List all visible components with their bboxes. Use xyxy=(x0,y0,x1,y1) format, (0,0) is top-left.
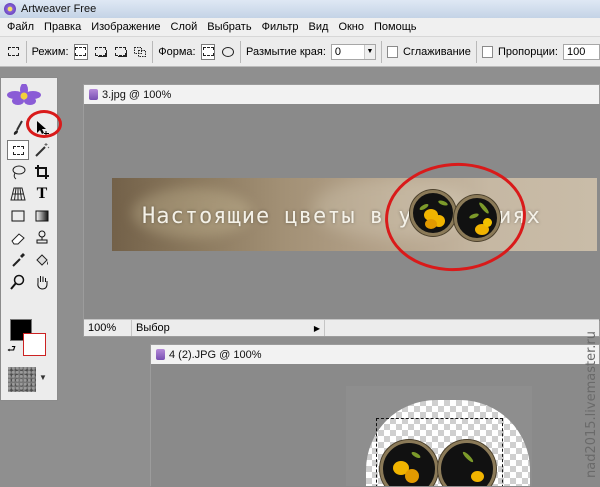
document-title-bar[interactable]: 3.jpg @ 100% xyxy=(84,85,599,104)
artweaver-app-icon xyxy=(4,3,16,15)
separator xyxy=(25,40,27,63)
artweaver-logo-icon xyxy=(7,84,41,105)
mode-add-selection-icon[interactable] xyxy=(93,44,108,60)
perspective-grid-icon[interactable] xyxy=(7,184,29,204)
window-title-bar: Artweaver Free xyxy=(0,0,600,18)
background-color-swatch[interactable] xyxy=(23,333,46,356)
status-mode[interactable]: Выбор ▶ xyxy=(132,320,325,336)
gradient-icon[interactable] xyxy=(31,206,53,226)
document-title: 3.jpg @ 100% xyxy=(102,88,172,101)
document-title-bar[interactable]: 4 (2).JPG @ 100% xyxy=(151,345,599,364)
separator xyxy=(152,40,154,63)
pattern-swatch[interactable] xyxy=(8,367,36,392)
eyedropper-icon[interactable] xyxy=(7,250,29,270)
feather-label: Размытие края: xyxy=(246,45,326,58)
hand-icon[interactable] xyxy=(31,272,53,292)
document-status-bar: 100% Выбор ▶ xyxy=(84,319,599,336)
document-title: 4 (2).JPG @ 100% xyxy=(169,348,262,361)
mode-label: Режим: xyxy=(31,45,69,58)
proportions-label: Пропорции: xyxy=(498,45,558,58)
menu-view[interactable]: Вид xyxy=(304,21,334,33)
document-icon xyxy=(156,349,165,360)
mode-subtract-selection-icon[interactable] xyxy=(113,44,128,60)
antialias-label: Сглаживание xyxy=(402,45,471,58)
intersect-glyph xyxy=(134,46,147,57)
rect-select-icon[interactable] xyxy=(7,140,29,160)
lasso-icon[interactable] xyxy=(7,162,29,182)
menu-help[interactable]: Помощь xyxy=(369,21,422,33)
chevron-down-icon[interactable]: ▼ xyxy=(363,44,375,59)
menu-layer[interactable]: Слой xyxy=(166,21,203,33)
shape-label: Форма: xyxy=(158,45,196,58)
menu-edit[interactable]: Правка xyxy=(39,21,86,33)
feather-combobox[interactable]: 0 ▼ xyxy=(330,43,376,60)
menu-bar: Файл Правка Изображение Слой Выбрать Фил… xyxy=(0,18,600,37)
mode-intersect-selection-icon[interactable] xyxy=(133,44,148,60)
zoom-level[interactable]: 100% xyxy=(84,320,132,336)
eraser-icon[interactable] xyxy=(7,228,29,248)
antialias-checkbox[interactable] xyxy=(386,45,398,58)
triangle-right-icon[interactable]: ▶ xyxy=(314,324,320,333)
status-mode-label: Выбор xyxy=(136,322,170,334)
separator xyxy=(475,40,477,63)
rectangle-shape-icon[interactable] xyxy=(7,206,29,226)
menu-window[interactable]: Окно xyxy=(333,21,369,33)
text-icon[interactable]: T xyxy=(31,184,53,204)
chevron-down-icon[interactable]: ▼ xyxy=(39,373,47,382)
proportions-checkbox[interactable] xyxy=(481,45,493,58)
window-title: Artweaver Free xyxy=(21,3,97,15)
swap-colors-icon[interactable]: ⮐ xyxy=(7,342,16,359)
zoom-icon[interactable] xyxy=(7,272,29,292)
tool-preset-icon[interactable] xyxy=(6,44,21,60)
photo-earrings xyxy=(346,386,532,486)
mode-new-selection-icon[interactable] xyxy=(73,43,89,60)
menu-file[interactable]: Файл xyxy=(2,21,39,33)
annotation-circle-move-tool xyxy=(26,110,62,138)
separator xyxy=(380,40,382,63)
watermark-text: nad2015.livemaster.ru xyxy=(584,331,599,478)
menu-select[interactable]: Выбрать xyxy=(202,21,256,33)
shape-rectangle-icon[interactable] xyxy=(200,43,216,60)
clone-stamp-icon[interactable] xyxy=(31,228,53,248)
magic-wand-icon[interactable] xyxy=(31,140,53,160)
proportions-input[interactable]: 100 xyxy=(562,43,600,60)
feather-value: 0 xyxy=(334,45,342,58)
separator xyxy=(240,40,241,63)
paint-bucket-icon[interactable] xyxy=(31,250,53,270)
crop-icon[interactable] xyxy=(31,162,53,182)
shape-ellipse-icon[interactable] xyxy=(220,44,235,60)
menu-filter[interactable]: Фильтр xyxy=(257,21,304,33)
menu-image[interactable]: Изображение xyxy=(86,21,165,33)
document-icon xyxy=(89,89,98,100)
tool-options-bar: Режим: Форма: Размытие края: 0 ▼ Сглажив… xyxy=(0,37,600,67)
